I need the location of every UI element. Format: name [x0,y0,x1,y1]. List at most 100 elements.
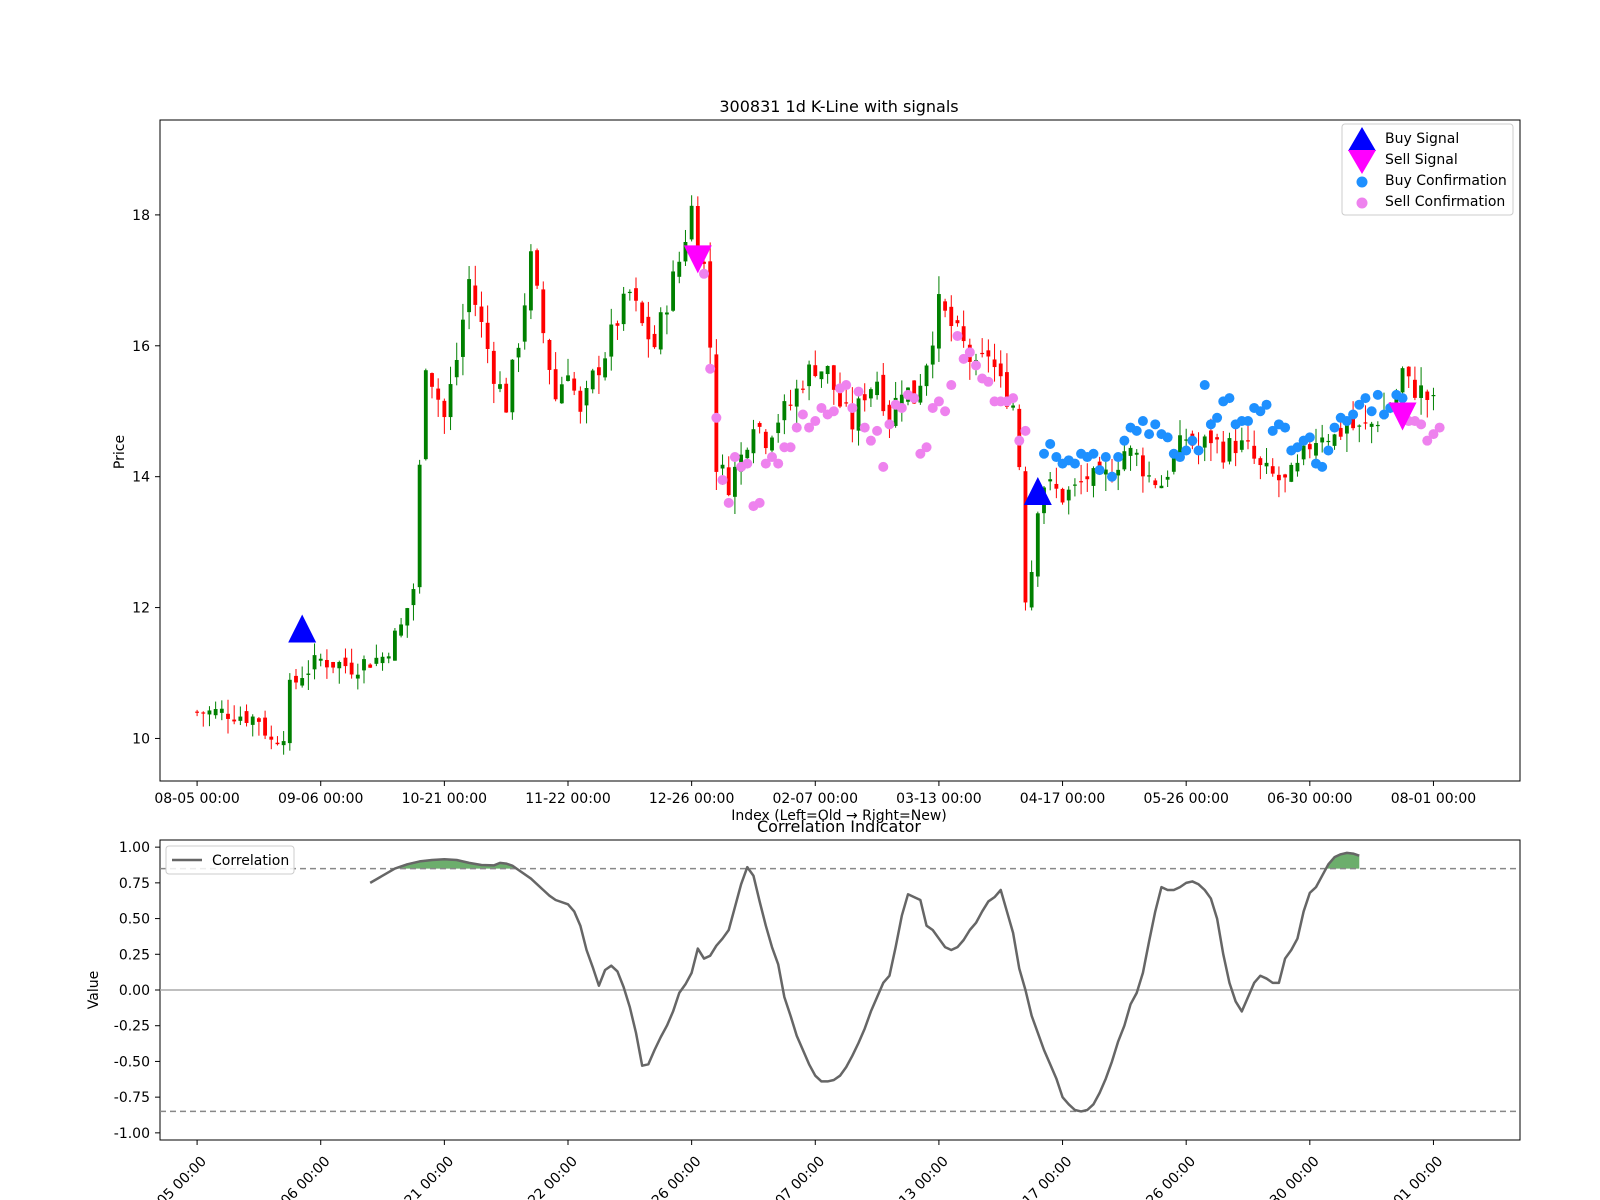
candle-body [436,388,441,400]
legend-sell-confirmation-marker [1356,197,1368,209]
candle-body [1289,464,1294,482]
buy-confirmation-point [1212,412,1223,423]
candle-body [1165,476,1170,480]
candle-body [269,736,274,740]
candle-body [460,319,465,357]
kline-x-tick-label: 10-21 00:00 [402,791,487,807]
candle-body [881,374,886,412]
candle-body [819,371,824,380]
candle-body [745,449,750,459]
candle-body [1208,430,1213,444]
candle-body [875,381,880,396]
buy-confirmation-point [1397,393,1408,404]
corr-y-tick-label: 0.25 [119,947,150,963]
corr-y-tick-label: 0.00 [119,983,150,999]
candle-body [547,340,552,370]
candle-body [318,658,323,661]
sell-confirmation-point [896,402,907,413]
buy-confirmation-point [1144,429,1155,440]
buy-confirmation-point [1261,399,1272,410]
buy-confirmation-point [1113,452,1124,463]
candle-body [1338,427,1343,437]
buy-confirmation-point [1193,445,1204,456]
kline-x-tick-label: 08-05 00:00 [154,791,239,807]
candle-body [763,431,768,449]
candle-body [1227,438,1232,462]
candle-body [1239,440,1244,450]
buy-confirmation-point [1181,445,1192,456]
buy-confirmation-point [1224,393,1235,404]
candle-body [355,674,360,679]
candle-body [788,404,793,406]
candle-body [683,241,688,262]
sell-confirmation-point [884,419,895,430]
buy-confirmation-point [1348,409,1359,420]
candle-body [541,289,546,334]
candle-body [1295,462,1300,472]
candle-body [918,385,923,403]
candle-body [498,384,502,389]
candle-body [949,306,954,327]
candle-body [572,378,577,391]
buy-confirmation-point [1243,416,1253,427]
candle-body [448,384,453,418]
candle-body [720,464,725,469]
candle-body [578,390,583,412]
candle-body [862,394,867,401]
candle-body [825,365,830,375]
corr-y-tick-label: -1.00 [114,1126,150,1142]
candle-body [1221,441,1226,463]
candle-body [1431,394,1436,397]
candle-body [794,388,799,407]
candle-body [664,312,669,315]
candle-body [584,388,589,406]
sell-confirmation-point [847,402,858,413]
candle-body [936,294,941,349]
candle-body [232,719,237,722]
buy-confirmation-point [1304,432,1315,443]
candle-body [1314,443,1318,456]
candle-body [831,365,836,390]
buy-confirmation-point [1372,389,1383,400]
legend-sell-confirmation-label: Sell Confirmation [1385,194,1505,210]
candle-body [238,716,243,721]
kline-x-tick-label: 11-22 00:00 [525,791,610,807]
buy-confirmation-point [1100,452,1111,463]
candle-body [961,326,966,342]
candle-body [1276,474,1281,481]
candle-body [1425,391,1430,400]
kline-y-tick-label: 16 [132,339,150,355]
candle-body [454,359,459,378]
candle-body [324,660,329,668]
candle-body [603,358,608,378]
kline-title: 300831 1d K-Line with signals [719,97,958,116]
corr-y-tick-label: -0.50 [114,1054,150,1070]
candle-body [1406,366,1411,377]
legend-buy-signal-label: Buy Signal [1385,131,1459,147]
candle-body [392,630,397,661]
sell-confirmation-point [791,422,802,433]
sell-confirmation-point [797,409,808,420]
candle-body [924,365,929,387]
sell-confirmation-point [828,406,839,417]
candle-body [813,365,818,377]
candle-body [1233,440,1238,454]
candle-body [1344,424,1349,434]
sell-confirmation-point [729,452,740,463]
candle-body [1357,425,1362,427]
kline-x-tick-label: 04-17 00:00 [1020,791,1105,807]
sell-confirmation-point [952,330,963,341]
candle-body [516,347,521,358]
candle-body [1270,466,1275,474]
kline-y-tick-label: 14 [132,470,150,486]
candle-body [343,657,348,667]
candle-body [955,320,960,324]
corr-title: Correlation Indicator [757,817,921,836]
corr-y-tick-label: -0.25 [114,1019,150,1035]
buy-confirmation-point [1360,393,1371,404]
sell-confirmation-point [1008,393,1019,404]
candle-body [1085,476,1090,480]
candle-body [485,322,490,349]
sell-confirmation-point [711,412,722,423]
candle-body [646,316,651,340]
